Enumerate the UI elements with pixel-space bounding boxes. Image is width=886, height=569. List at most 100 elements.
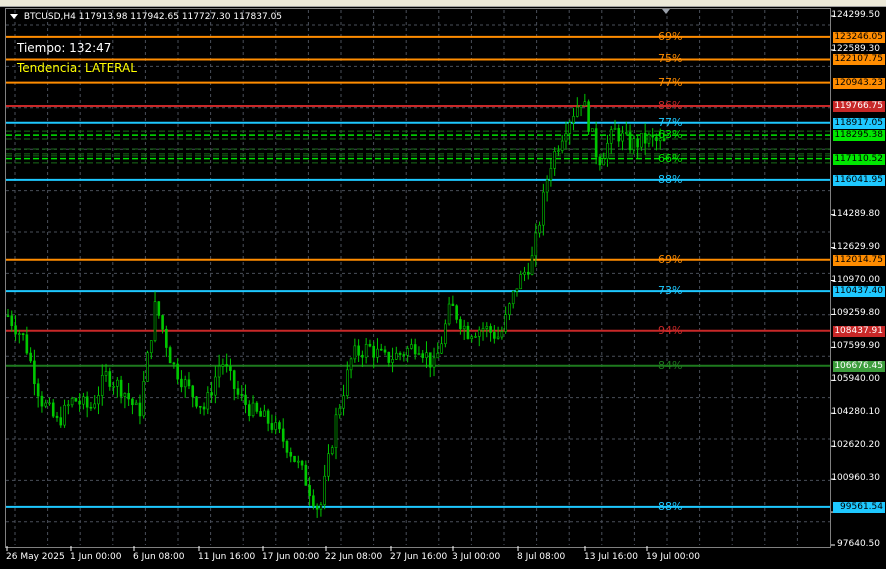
candle-body [594, 128, 598, 158]
candle-body [621, 132, 624, 142]
candle-body [153, 301, 157, 341]
candle-body [361, 354, 364, 358]
level-percent-label: 63% [658, 128, 683, 142]
level-price-tag[interactable]: 110437.40 [833, 286, 885, 298]
candle-body [206, 392, 210, 410]
level-percent-label: 94% [658, 323, 683, 337]
candle-body [202, 406, 206, 410]
candle-body [504, 314, 507, 332]
candle-body [304, 464, 308, 486]
level-price-tag[interactable]: 123246.05 [833, 31, 885, 43]
candle-body [342, 395, 345, 409]
level-price-tag[interactable]: 106676.45 [833, 360, 885, 372]
candle-body [591, 128, 594, 132]
candle-body [18, 333, 21, 335]
candle-body [636, 138, 639, 148]
candle-body [489, 326, 492, 333]
ohlc-values: 117913.98 117942.65 117727.30 117837.05 [78, 12, 283, 22]
date-tick-label: 8 Jul 08:00 [517, 552, 566, 562]
candle-body [172, 362, 176, 365]
level-price-tag[interactable]: 116041.95 [833, 174, 885, 186]
candle-body [247, 404, 251, 417]
candle-body [519, 274, 523, 290]
candle-body [259, 411, 262, 417]
level-price-tag[interactable]: 119766.75 [833, 100, 885, 112]
candle-body [255, 402, 259, 412]
level-price-tag[interactable]: 122107.75 [833, 54, 885, 66]
candle-body [413, 344, 417, 355]
candle-body [285, 441, 289, 453]
level-price-tag[interactable]: 120943.23 [833, 77, 885, 89]
candle-body [444, 323, 447, 345]
candle-body [428, 352, 432, 368]
candle-body [183, 379, 187, 388]
candle-body [549, 168, 553, 181]
candle-body [40, 395, 44, 407]
candle-body [436, 352, 440, 359]
candle-body [617, 127, 621, 142]
candle-body [278, 422, 281, 430]
candle-body [398, 352, 402, 355]
candle-body [579, 105, 583, 108]
candle-body [315, 505, 319, 510]
candle-body [587, 101, 590, 132]
candle-body [511, 291, 515, 305]
price-tick-label: 114289.80 [831, 208, 880, 219]
candle-body [221, 364, 225, 367]
candle-body [97, 395, 100, 405]
level-price-tag[interactable]: 112014.75 [833, 254, 885, 266]
candle-body [300, 460, 304, 466]
tendencia-label: Tendencia: LATERAL [17, 61, 137, 75]
candle-body [330, 447, 334, 455]
level-price-tag[interactable]: 117110.52 [833, 153, 885, 165]
chevron-down-icon[interactable] [10, 14, 18, 19]
candle-body [530, 255, 534, 275]
level-price-tag[interactable]: 99561.54 [833, 501, 885, 513]
candle-body [187, 379, 191, 387]
candle-body [14, 325, 17, 335]
candle-body [572, 116, 575, 123]
candle-body [266, 410, 270, 424]
chart-shift-marker-icon[interactable] [662, 9, 670, 14]
chart-header: BTCUSD,H4 117913.98 117942.65 117727.30 … [10, 12, 282, 22]
level-price-tag[interactable]: 118917.05 [833, 117, 885, 129]
candle-body [583, 101, 587, 106]
candle-body [55, 415, 59, 418]
candle-body [78, 400, 81, 405]
candle-body [372, 345, 376, 358]
candle-body [323, 475, 326, 506]
level-percent-label: 86% [658, 98, 683, 112]
candle-body [391, 359, 394, 363]
candle-body [643, 132, 647, 144]
candle-body [263, 410, 266, 417]
candle-body [474, 336, 477, 338]
date-tick-label: 17 Jun 00:00 [262, 552, 320, 562]
symbol-label: BTCUSD,H4 [23, 12, 76, 22]
date-tick-label: 22 Jun 08:00 [325, 552, 383, 562]
candle-body [632, 138, 636, 151]
price-tick-label: 107599.90 [831, 341, 880, 352]
candle-body [477, 329, 481, 337]
price-tick-label: 109259.80 [831, 308, 880, 319]
candle-body [270, 423, 274, 430]
candle-body [609, 129, 613, 144]
level-price-tag[interactable]: 108437.91 [833, 325, 885, 337]
candle-body [383, 349, 387, 353]
candle-body [466, 325, 470, 339]
candle-body [251, 402, 255, 417]
candle-body [406, 348, 409, 356]
level-percent-label: 88% [658, 172, 683, 186]
candle-body [338, 407, 342, 416]
candle-body [376, 348, 379, 358]
candle-body [33, 360, 36, 385]
date-tick-label: 3 Jul 00:00 [452, 552, 501, 562]
candle-body [640, 132, 643, 148]
level-price-tag[interactable]: 118295.38 [833, 130, 885, 142]
candle-body [557, 150, 560, 152]
candle-body [29, 352, 32, 362]
candle-body [191, 385, 195, 398]
candle-body [138, 402, 142, 417]
candle-body [440, 343, 443, 354]
candle-body [462, 325, 466, 330]
level-percent-label: 77% [658, 115, 683, 129]
